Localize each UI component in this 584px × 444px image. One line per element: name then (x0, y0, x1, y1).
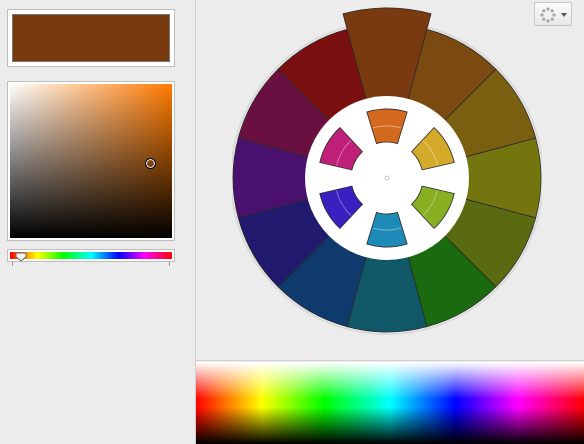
hue-tick-end (169, 262, 170, 266)
color-wheel[interactable] (232, 0, 542, 340)
hue-track[interactable] (10, 252, 172, 259)
selected-color-swatch (7, 9, 175, 67)
color-picker-panel (0, 0, 196, 444)
panel-divider (196, 360, 584, 361)
hue-tick-start (12, 262, 13, 266)
selected-color-fill (12, 14, 170, 62)
spinner-icon (540, 7, 556, 23)
caret-down-icon (561, 13, 567, 17)
saturation-brightness-picker[interactable] (7, 81, 175, 241)
color-wheel-panel (196, 0, 584, 444)
hue-slider[interactable] (7, 249, 175, 262)
color-spectrum[interactable] (196, 362, 584, 444)
hue-slider-thumb[interactable] (15, 252, 27, 262)
sv-cursor[interactable] (145, 158, 156, 169)
wheel-menu-button[interactable] (534, 2, 572, 26)
